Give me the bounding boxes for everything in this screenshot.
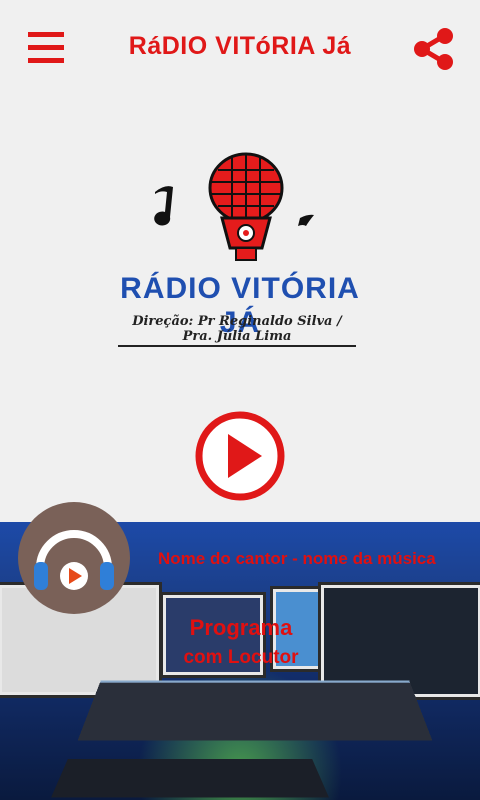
headphones-icon [34,530,114,590]
now-playing-track: Nome do cantor - nome da música [158,549,436,568]
logo-subtitle: Direção: Pr Reginaldo Silva / Pra. Júlia… [118,314,356,347]
station-logo: RÁDIO VITÓRIA JÁ Direção: Pr Reginaldo S… [100,140,380,350]
microphone-logo-icon [154,152,314,261]
now-playing-cover [18,502,130,614]
play-button[interactable] [194,410,286,502]
program-host: com Locutor [183,647,299,668]
app-toolbar: RáDIO VITóRIA Já [0,0,480,100]
app-title: RáDIO VITóRIA Já [128,32,352,60]
program-name: Programa [189,615,293,640]
share-icon[interactable] [412,27,456,71]
